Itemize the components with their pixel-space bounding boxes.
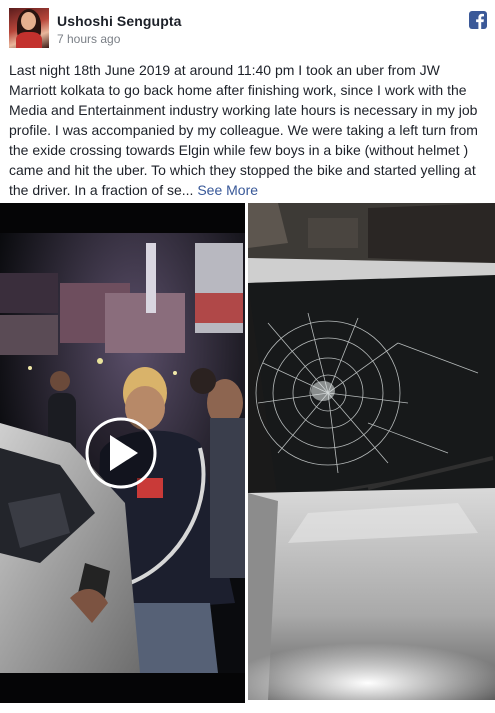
video-thumbnail[interactable] [0, 203, 245, 703]
play-icon[interactable] [85, 417, 157, 489]
post-text: Last night 18th June 2019 at around 11:4… [9, 60, 487, 200]
post-body: Last night 18th June 2019 at around 11:4… [9, 62, 478, 198]
see-more-link[interactable]: See More [197, 182, 258, 198]
post-header: Ushoshi Sengupta 7 hours ago [9, 8, 487, 50]
facebook-post: Ushoshi Sengupta 7 hours ago Last night … [0, 0, 495, 713]
author-name[interactable]: Ushoshi Sengupta [57, 13, 182, 29]
author-avatar[interactable] [9, 8, 49, 48]
facebook-icon [469, 11, 487, 29]
damaged-car-photo[interactable] [248, 203, 495, 700]
post-media [0, 203, 495, 703]
post-timestamp[interactable]: 7 hours ago [57, 32, 120, 46]
